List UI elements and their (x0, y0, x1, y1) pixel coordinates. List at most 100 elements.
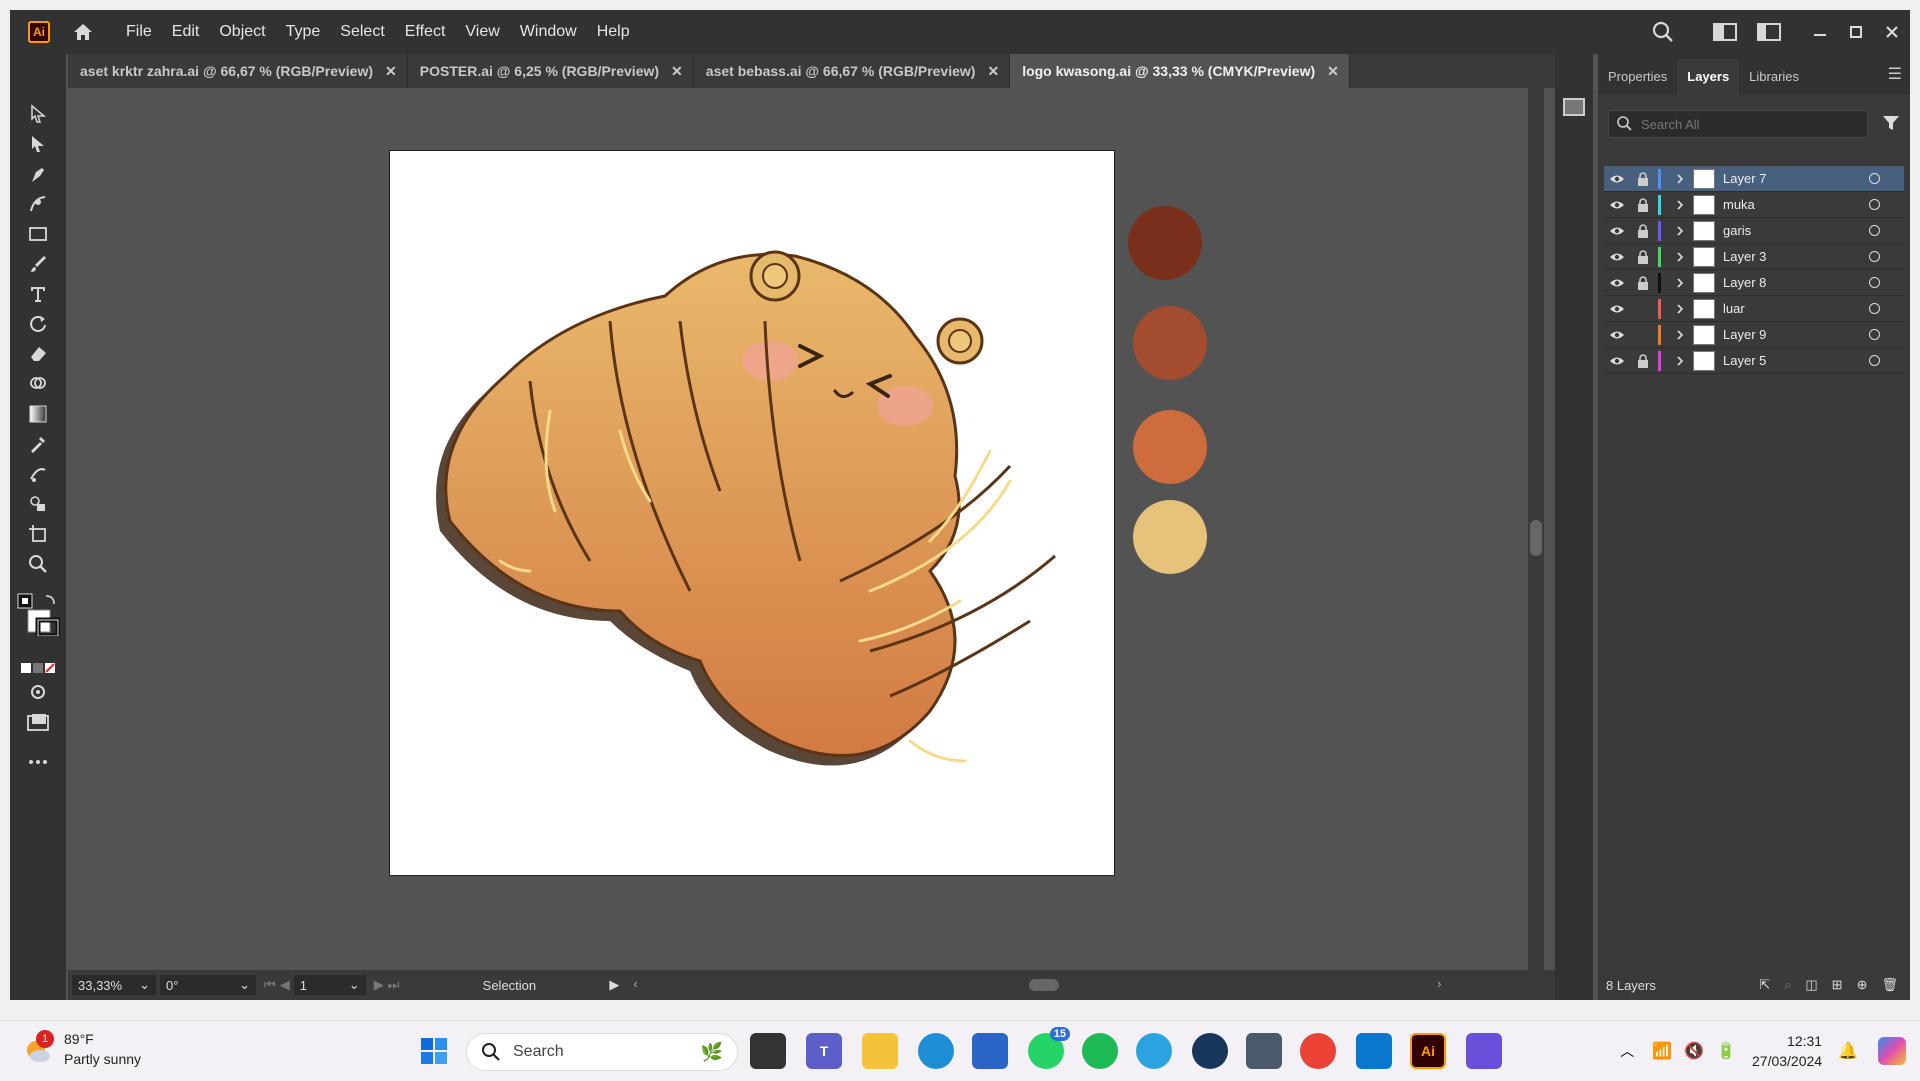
menu-edit[interactable]: Edit (162, 23, 210, 41)
menu-window[interactable]: Window (510, 23, 587, 41)
fill-stroke-icon[interactable] (16, 592, 60, 636)
lock-icon[interactable] (1630, 192, 1656, 218)
lock-icon[interactable] (1630, 270, 1656, 296)
tab-aset-krktr-zahra[interactable]: aset krktr zahra.ai @ 66,67 % (RGB/Previ… (68, 54, 408, 88)
arrange-documents-icon[interactable] (1752, 15, 1786, 49)
curvature-tool-icon[interactable] (24, 192, 52, 216)
artboard-tool-icon[interactable] (24, 522, 52, 546)
shape-builder-tool-icon[interactable] (24, 372, 52, 396)
weather-widget[interactable]: 1 89°F Partly sunny (22, 1029, 141, 1069)
target-circle-icon[interactable] (1869, 251, 1880, 262)
selection-tool-icon[interactable] (24, 102, 52, 126)
maximize-button[interactable] (1838, 10, 1874, 54)
target-circle-icon[interactable] (1869, 355, 1880, 366)
visibility-eye-icon[interactable] (1604, 270, 1630, 296)
taskbar-search[interactable]: Search 🌿 (466, 1033, 738, 1071)
scroll-left-icon[interactable]: ‹ (633, 976, 637, 991)
vscode-icon[interactable] (1356, 1033, 1392, 1069)
scroll-right-icon[interactable]: › (1437, 976, 1441, 991)
prev-artboard-icon[interactable]: ◀ (280, 977, 290, 993)
start-button[interactable] (416, 1033, 452, 1069)
filter-icon[interactable] (1882, 114, 1900, 137)
minimize-button[interactable] (1802, 10, 1838, 54)
home-icon[interactable] (70, 19, 96, 45)
layer-row[interactable]: Layer 5 (1604, 348, 1904, 374)
notification-bell-icon[interactable]: 🔔 (1838, 1041, 1858, 1061)
layer-name[interactable]: Layer 5 (1723, 353, 1869, 368)
chrome-icon[interactable] (1300, 1033, 1336, 1069)
lock-icon[interactable] (1630, 296, 1656, 322)
menu-help[interactable]: Help (587, 23, 640, 41)
eraser-tool-icon[interactable] (24, 342, 52, 366)
properties-panel-icon[interactable] (1563, 98, 1585, 116)
calculator-icon[interactable] (1246, 1033, 1282, 1069)
menu-effect[interactable]: Effect (395, 23, 456, 41)
croissant-illustration[interactable] (390, 151, 1116, 877)
eyedropper-tool-icon[interactable] (24, 432, 52, 456)
menu-view[interactable]: View (455, 23, 509, 41)
layer-name[interactable]: Layer 3 (1723, 249, 1869, 264)
expand-chevron-icon[interactable] (1667, 270, 1693, 296)
status-menu-arrow-icon[interactable]: ▶ (609, 977, 619, 993)
layer-name[interactable]: Layer 8 (1723, 275, 1869, 290)
scroll-thumb[interactable] (1530, 520, 1542, 556)
expand-chevron-icon[interactable] (1667, 296, 1693, 322)
edge-icon[interactable] (918, 1033, 954, 1069)
show-hidden-icons-icon[interactable]: ︿ (1620, 1041, 1634, 1061)
clipping-mask-icon[interactable]: ◫ (1805, 977, 1817, 993)
lock-icon[interactable] (1630, 244, 1656, 270)
artboard-field[interactable]: 1 ⌄ (293, 975, 366, 995)
file-explorer-icon[interactable] (862, 1033, 898, 1069)
paintbrush-tool-icon[interactable] (24, 252, 52, 276)
next-artboard-icon[interactable]: ▶ (374, 977, 384, 993)
wifi-icon[interactable]: 📶 (1652, 1041, 1672, 1061)
new-sublayer-icon[interactable]: ⊞ (1832, 977, 1843, 993)
symbol-sprayer-tool-icon[interactable] (24, 492, 52, 516)
layer-name[interactable]: luar (1723, 301, 1869, 316)
layer-row[interactable]: Layer 7 (1604, 166, 1904, 192)
color-swatch-light-tan[interactable] (1133, 500, 1207, 574)
color-swatch-orange[interactable] (1133, 410, 1207, 484)
expand-chevron-icon[interactable] (1667, 218, 1693, 244)
tab-libraries[interactable]: Libraries (1739, 69, 1809, 94)
gradient-tool-icon[interactable] (24, 402, 52, 426)
battery-icon[interactable]: 🔋 (1716, 1041, 1736, 1061)
visibility-eye-icon[interactable] (1604, 296, 1630, 322)
expand-chevron-icon[interactable] (1667, 166, 1693, 192)
ms-store-icon[interactable] (972, 1033, 1008, 1069)
close-tab-icon[interactable]: ✕ (385, 63, 397, 80)
vertical-scrollbar[interactable] (1528, 88, 1544, 980)
close-tab-icon[interactable]: ✕ (671, 63, 683, 80)
layer-row[interactable]: Layer 9 (1604, 322, 1904, 348)
rectangle-tool-icon[interactable] (24, 222, 52, 246)
screen-mode-icon[interactable] (24, 710, 52, 734)
visibility-eye-icon[interactable] (1604, 322, 1630, 348)
color-mode-icon[interactable] (20, 656, 58, 680)
expand-chevron-icon[interactable] (1667, 322, 1693, 348)
rotation-field[interactable]: 0° ⌄ (160, 975, 256, 995)
tab-aset-bebass[interactable]: aset bebass.ai @ 66,67 % (RGB/Preview) ✕ (694, 54, 1011, 88)
artboard[interactable] (389, 150, 1115, 876)
target-circle-icon[interactable] (1869, 199, 1880, 210)
steam-icon[interactable] (1192, 1033, 1228, 1069)
draw-mode-icon[interactable] (24, 680, 52, 704)
layer-row[interactable]: garis (1604, 218, 1904, 244)
close-tab-icon[interactable]: ✕ (987, 63, 999, 80)
new-layer-icon[interactable]: ⊕ (1857, 977, 1868, 993)
menu-type[interactable]: Type (276, 23, 331, 41)
clock[interactable]: 12:31 27/03/2024 (1752, 1031, 1822, 1071)
direct-selection-tool-icon[interactable] (24, 132, 52, 156)
lock-icon[interactable] (1630, 348, 1656, 374)
teams-icon[interactable]: T (806, 1033, 842, 1069)
task-view-icon[interactable] (750, 1033, 786, 1069)
layers-search-input[interactable] (1641, 116, 1841, 132)
zoom-field[interactable]: 33,33% ⌄ (72, 975, 156, 995)
telegram-icon[interactable] (1136, 1033, 1172, 1069)
layer-row[interactable]: luar (1604, 296, 1904, 322)
lock-icon[interactable] (1630, 166, 1656, 192)
layer-row[interactable]: Layer 3 (1604, 244, 1904, 270)
illustrator-taskbar-icon[interactable]: Ai (1410, 1033, 1446, 1069)
menu-object[interactable]: Object (209, 23, 275, 41)
puppet-warp-tool-icon[interactable] (24, 462, 52, 486)
layer-name[interactable]: garis (1723, 223, 1869, 238)
